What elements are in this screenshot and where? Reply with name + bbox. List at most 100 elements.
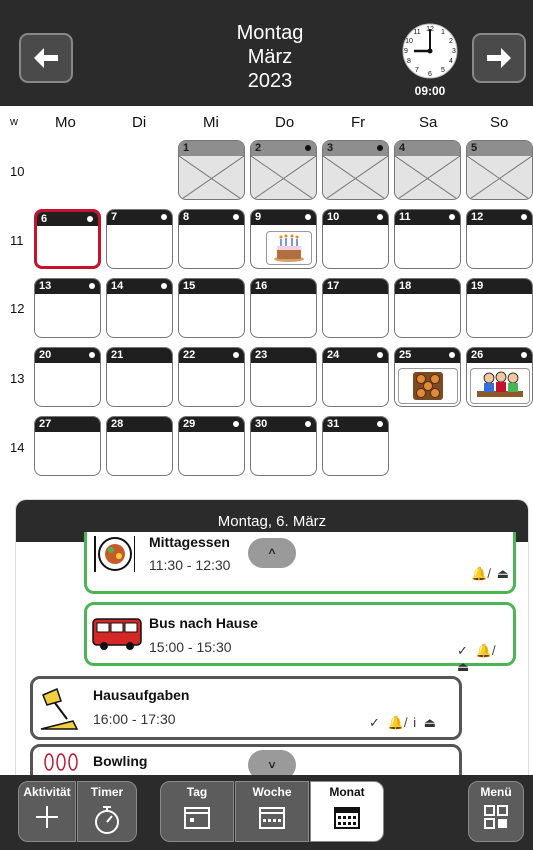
event-card[interactable]: Bowling bbox=[30, 744, 462, 775]
svg-text:7: 7 bbox=[415, 67, 419, 74]
arrow-left-icon bbox=[34, 48, 58, 68]
svg-text:3: 3 bbox=[452, 48, 456, 55]
arrow-right-icon bbox=[487, 48, 511, 68]
event-card[interactable]: Mittagessen 11:30 - 12:30 🔔̸ ⏏ bbox=[84, 532, 516, 594]
day-cell[interactable]: 16 bbox=[250, 278, 317, 338]
day-cell[interactable]: 14 bbox=[106, 278, 173, 338]
day-number: 8 bbox=[183, 211, 190, 223]
day-cell[interactable]: 1 bbox=[178, 140, 245, 200]
calendar-day-icon bbox=[184, 807, 210, 829]
grid-menu-icon bbox=[484, 805, 508, 829]
event-dot bbox=[521, 214, 527, 220]
view-week-label: Woche bbox=[252, 785, 292, 799]
day-cell-today[interactable]: 6 bbox=[34, 209, 101, 269]
svg-text:2: 2 bbox=[449, 38, 453, 45]
svg-text:9: 9 bbox=[404, 48, 408, 55]
day-number: 13 bbox=[39, 280, 52, 292]
day-cell[interactable]: 31 bbox=[322, 416, 389, 476]
day-cell[interactable]: 25 bbox=[394, 347, 461, 407]
scroll-up-button[interactable]: ^ bbox=[248, 538, 296, 568]
day-cell[interactable]: 2 bbox=[250, 140, 317, 200]
plus-icon bbox=[36, 806, 58, 828]
day-cell[interactable]: 15 bbox=[178, 278, 245, 338]
day-number: 10 bbox=[327, 211, 340, 223]
next-month-button[interactable] bbox=[472, 33, 526, 83]
event-time: 16:00 - 17:30 bbox=[93, 711, 176, 727]
clock-face-icon: 1212 345 678 91011 bbox=[402, 23, 458, 79]
day-cell[interactable]: 11 bbox=[394, 209, 461, 269]
day-number: 7 bbox=[111, 211, 118, 223]
weekday-di: Di bbox=[132, 114, 147, 131]
event-status-icons: ✓ 🔔̸ i ⏏ bbox=[369, 715, 439, 730]
day-cell[interactable]: 30 bbox=[250, 416, 317, 476]
event-dot bbox=[89, 352, 95, 358]
day-number: 26 bbox=[471, 349, 484, 361]
event-card[interactable]: Hausaufgaben 16:00 - 17:30 ✓ 🔔̸ i ⏏ bbox=[30, 676, 462, 740]
day-number: 9 bbox=[255, 211, 262, 223]
day-cell[interactable]: 26 bbox=[466, 347, 533, 407]
day-cell[interactable]: 7 bbox=[106, 209, 173, 269]
day-cell[interactable]: 21 bbox=[106, 347, 173, 407]
event-title: Bowling bbox=[93, 753, 148, 769]
day-number: 31 bbox=[327, 418, 340, 430]
day-number: 14 bbox=[111, 280, 124, 292]
day-cell[interactable]: 23 bbox=[250, 347, 317, 407]
event-dot bbox=[305, 421, 311, 427]
day-number: 5 bbox=[471, 142, 478, 154]
timer-button[interactable]: Timer bbox=[77, 781, 137, 842]
day-cell[interactable]: 19 bbox=[466, 278, 533, 338]
meal-plate-icon bbox=[94, 536, 135, 572]
svg-text:5: 5 bbox=[441, 67, 445, 74]
view-day-tab[interactable]: Tag bbox=[160, 781, 234, 842]
svg-text:4: 4 bbox=[449, 58, 453, 65]
event-dot bbox=[161, 283, 167, 289]
chevron-up-icon: ^ bbox=[268, 546, 276, 560]
svg-text:1: 1 bbox=[441, 29, 445, 36]
day-cell[interactable]: 9 bbox=[250, 209, 317, 269]
day-number: 11 bbox=[399, 211, 411, 223]
day-number: 17 bbox=[327, 280, 340, 292]
unavailable-cross-icon bbox=[395, 156, 460, 199]
day-cell[interactable]: 12 bbox=[466, 209, 533, 269]
day-cell[interactable]: 13 bbox=[34, 278, 101, 338]
day-cell[interactable]: 10 bbox=[322, 209, 389, 269]
bottom-toolbar: Aktivität Timer Tag Woche Monat Menü bbox=[0, 775, 533, 850]
event-dot bbox=[449, 352, 455, 358]
event-dot bbox=[233, 352, 239, 358]
event-card[interactable]: Bus nach Hause 15:00 - 15:30 ✓ 🔔̸ ⏏ bbox=[84, 602, 516, 674]
day-number: 23 bbox=[255, 349, 268, 361]
weekday-so: So bbox=[490, 114, 509, 131]
day-cell[interactable]: 27 bbox=[34, 416, 101, 476]
day-cell[interactable]: 20 bbox=[34, 347, 101, 407]
bus-icon bbox=[92, 618, 142, 650]
day-cell[interactable]: 3 bbox=[322, 140, 389, 200]
day-cell[interactable]: 28 bbox=[106, 416, 173, 476]
event-title: Hausaufgaben bbox=[93, 687, 190, 703]
week-number: 13 bbox=[10, 371, 25, 386]
day-cell[interactable]: 5 bbox=[466, 140, 533, 200]
view-month-tab[interactable]: Monat bbox=[310, 781, 384, 842]
day-cell[interactable]: 8 bbox=[178, 209, 245, 269]
day-number: 3 bbox=[327, 142, 334, 154]
day-number: 21 bbox=[111, 349, 124, 361]
menu-button[interactable]: Menü bbox=[468, 781, 524, 842]
event-dot bbox=[87, 216, 93, 222]
timer-label: Timer bbox=[90, 785, 124, 799]
bowling-pins-icon bbox=[44, 753, 78, 771]
view-week-tab[interactable]: Woche bbox=[235, 781, 309, 842]
analog-clock: 1212 345 678 91011 09:00 bbox=[396, 20, 464, 102]
weekday-fr: Fr bbox=[351, 114, 366, 131]
add-activity-button[interactable]: Aktivität bbox=[18, 781, 76, 842]
day-cell[interactable]: 22 bbox=[178, 347, 245, 407]
scroll-down-button[interactable]: ˅ bbox=[248, 750, 296, 775]
event-status-icons: ✓ 🔔̸ ⏏ bbox=[457, 643, 496, 674]
day-number: 30 bbox=[255, 418, 268, 430]
event-title: Mittagessen bbox=[149, 534, 230, 550]
day-cell[interactable]: 18 bbox=[394, 278, 461, 338]
day-cell[interactable]: 17 bbox=[322, 278, 389, 338]
day-cell[interactable]: 4 bbox=[394, 140, 461, 200]
previous-month-button[interactable] bbox=[19, 33, 73, 83]
view-month-label: Monat bbox=[329, 785, 365, 799]
day-cell[interactable]: 29 bbox=[178, 416, 245, 476]
day-cell[interactable]: 24 bbox=[322, 347, 389, 407]
